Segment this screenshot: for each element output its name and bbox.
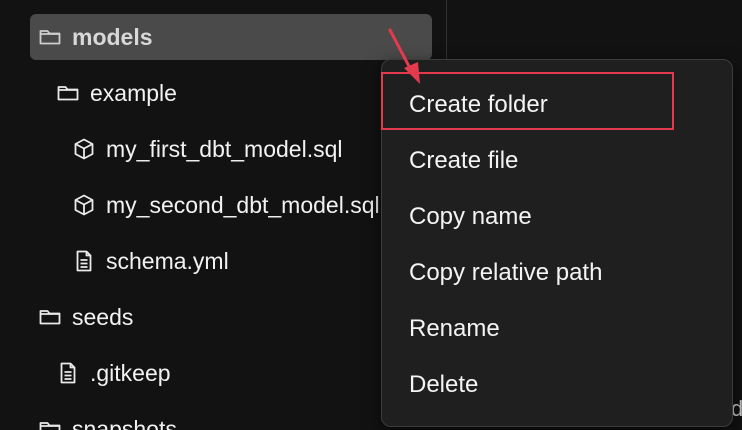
menu-item-rename[interactable]: Rename <box>409 309 500 349</box>
tree-item-label: my_first_dbt_model.sql <box>106 135 343 162</box>
tree-item-my-second-dbt-model[interactable]: my_second_dbt_model.sql <box>72 183 380 227</box>
tree-item-gitkeep[interactable]: .gitkeep <box>56 351 171 395</box>
annotation-arrow-icon <box>388 28 420 84</box>
tree-item-label: example <box>90 79 177 106</box>
folder-icon <box>38 305 62 329</box>
folder-icon <box>38 417 62 430</box>
tree-item-label: my_second_dbt_model.sql <box>106 191 380 218</box>
tree-item-label: schema.yml <box>106 247 229 274</box>
tree-item-label: snapshots <box>72 415 177 430</box>
menu-item-delete[interactable]: Delete <box>409 365 478 405</box>
folder-icon <box>56 81 80 105</box>
cube-icon <box>72 137 96 161</box>
file-text-icon <box>56 361 80 385</box>
tree-item-label: .gitkeep <box>90 359 171 386</box>
file-explorer-screen: models example my_first_dbt_model.sql my… <box>0 0 742 430</box>
tree-item-my-first-dbt-model[interactable]: my_first_dbt_model.sql <box>72 127 380 171</box>
menu-item-copy-name[interactable]: Copy name <box>409 197 532 237</box>
panel-divider <box>446 0 447 62</box>
tree-item-snapshots[interactable]: snapshots <box>38 407 177 430</box>
tree-item-example[interactable]: example <box>56 71 177 115</box>
folder-icon <box>38 25 62 49</box>
tree-item-label: seeds <box>72 303 134 330</box>
tree-item-seeds[interactable]: seeds <box>38 295 133 339</box>
tree-item-label: models <box>72 23 153 50</box>
tree-item-schema-yml[interactable]: schema.yml <box>72 239 229 283</box>
menu-item-create-file[interactable]: Create file <box>409 141 518 181</box>
file-tree: models example my_first_dbt_model.sql my… <box>0 0 446 430</box>
file-text-icon <box>72 249 96 273</box>
tree-item-models[interactable]: models <box>30 14 432 60</box>
cube-icon <box>72 193 96 217</box>
menu-item-copy-relative-path[interactable]: Copy relative path <box>409 253 602 293</box>
